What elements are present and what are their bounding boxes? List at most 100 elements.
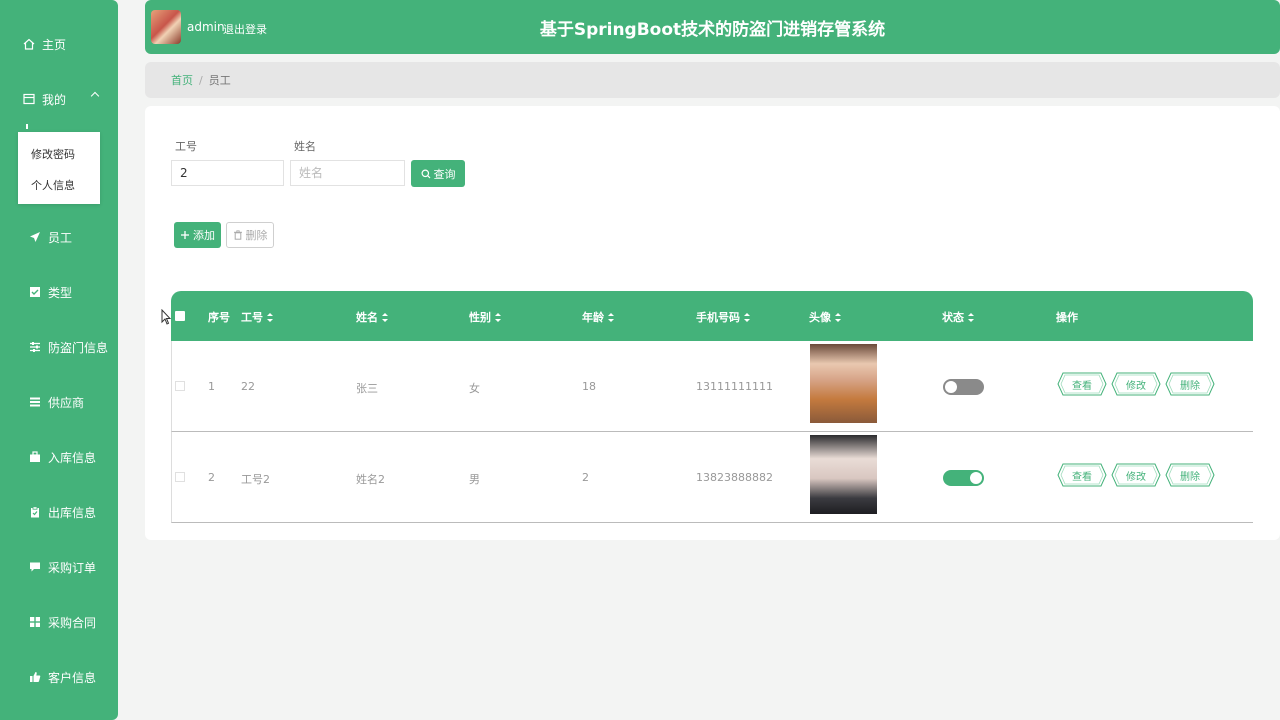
row-checkbox[interactable] (175, 381, 185, 391)
row-checkbox[interactable] (175, 472, 185, 482)
add-button[interactable]: 添加 (174, 222, 221, 248)
status-toggle[interactable] (943, 470, 984, 486)
sidebar-item-customers[interactable]: 客户信息 (0, 657, 118, 697)
breadcrumb-home-link[interactable]: 首页 (171, 72, 193, 88)
search-icon (421, 169, 431, 179)
status-toggle[interactable] (943, 379, 984, 395)
sidebar-item-label: 我的 (42, 92, 67, 107)
divider (26, 124, 28, 129)
sidebar-item-label: 防盗门信息 (48, 340, 109, 355)
breadcrumb: 首页 / 员工 (145, 62, 1280, 98)
column-header-status[interactable]: 状态 (942, 309, 974, 325)
column-header-employee-id[interactable]: 工号 (241, 309, 273, 325)
column-header-name[interactable]: 姓名 (356, 309, 388, 325)
clipboard-icon (28, 505, 42, 519)
column-header-phone[interactable]: 手机号码 (696, 309, 750, 325)
sidebar-item-suppliers[interactable]: 供应商 (0, 382, 118, 422)
plus-icon (180, 230, 190, 240)
home-icon (22, 37, 36, 51)
delete-button[interactable]: 删除 (226, 222, 274, 248)
column-header-age[interactable]: 年龄 (582, 309, 614, 325)
row-delete-button[interactable]: 删除 (1165, 463, 1215, 487)
cell-index: 2 (208, 471, 215, 484)
sidebar-item-label: 采购合同 (48, 615, 97, 630)
sort-icon (744, 312, 750, 322)
sidebar-item-label: 出库信息 (48, 505, 97, 520)
top-header: admin 退出登录 基于SpringBoot技术的防盗门进销存管系统 (145, 0, 1280, 54)
delete-button-label: 删除 (245, 229, 268, 242)
cell-gender: 女 (469, 382, 480, 395)
column-header-index: 序号 (208, 311, 230, 324)
sidebar-item-label: 主页 (42, 37, 67, 52)
view-button[interactable]: 查看 (1057, 463, 1107, 487)
employee-table: 序号 工号 姓名 性别 年龄 手机号码 头像 状态 操作 1 22 张三 女 1… (171, 291, 1253, 524)
employee-id-label: 工号 (175, 140, 197, 153)
briefcase-icon (28, 450, 42, 464)
cell-age: 2 (582, 471, 589, 484)
table-row: 2 工号2 姓名2 男 2 13823888882 查看 修改 删除 (171, 432, 1253, 523)
calendar-icon (22, 92, 36, 106)
sidebar-item-home[interactable]: 主页 (0, 24, 118, 64)
sidebar-item-employees[interactable]: 员工 (0, 217, 118, 257)
toggle-knob (945, 381, 957, 393)
cell-phone: 13111111111 (696, 380, 773, 393)
cell-index: 1 (208, 380, 215, 393)
sort-icon (267, 312, 273, 322)
sidebar-item-door-info[interactable]: 防盗门信息 (0, 327, 118, 367)
table-header: 序号 工号 姓名 性别 年龄 手机号码 头像 状态 操作 (171, 291, 1253, 341)
employee-photo[interactable] (810, 344, 877, 423)
row-delete-button[interactable]: 删除 (1165, 372, 1215, 396)
sidebar-item-types[interactable]: 类型 (0, 272, 118, 312)
cell-age: 18 (582, 380, 596, 393)
sidebar-item-stock-out[interactable]: 出库信息 (0, 492, 118, 532)
submenu-item-profile[interactable]: 个人信息 (31, 177, 75, 193)
add-button-label: 添加 (193, 229, 215, 242)
submenu-item-change-password[interactable]: 修改密码 (31, 146, 75, 162)
edit-button[interactable]: 修改 (1111, 463, 1161, 487)
sort-icon (835, 312, 841, 322)
sidebar-item-stock-in[interactable]: 入库信息 (0, 437, 118, 477)
sort-icon (608, 312, 614, 322)
column-header-actions: 操作 (1056, 311, 1078, 324)
name-label: 姓名 (294, 140, 316, 153)
table-row: 1 22 张三 女 18 13111111111 查看 修改 删除 (171, 341, 1253, 432)
select-all-checkbox[interactable] (175, 311, 185, 321)
toggle-knob (970, 472, 982, 484)
edit-button[interactable]: 修改 (1111, 372, 1161, 396)
sidebar-item-purchase-orders[interactable]: 采购订单 (0, 547, 118, 587)
column-header-gender[interactable]: 性别 (469, 309, 501, 325)
breadcrumb-current: 员工 (208, 74, 231, 87)
column-header-avatar[interactable]: 头像 (809, 309, 841, 325)
view-button[interactable]: 查看 (1057, 372, 1107, 396)
sidebar-item-label: 类型 (48, 285, 73, 300)
sort-icon (968, 312, 974, 322)
grid-icon (28, 615, 42, 629)
search-button-label: 查询 (433, 167, 456, 181)
cell-name: 姓名2 (356, 473, 385, 486)
submenu-mine: 修改密码 个人信息 (18, 132, 100, 204)
page-title: 基于SpringBoot技术的防盗门进销存管系统 (539, 20, 886, 40)
chevron-up-icon (90, 91, 100, 101)
employee-photo[interactable] (810, 435, 877, 514)
breadcrumb-separator: / (199, 73, 203, 87)
cell-employee-id: 22 (241, 380, 255, 393)
sidebar-item-mine[interactable]: 我的 (0, 79, 118, 119)
thumbs-up-icon (28, 670, 42, 684)
sidebar-item-label: 入库信息 (48, 450, 97, 465)
list-icon (28, 395, 42, 409)
sidebar-item-label: 员工 (48, 230, 73, 245)
sidebar-item-label: 采购订单 (48, 560, 97, 575)
paper-plane-icon (28, 230, 42, 244)
sidebar-item-purchase-contracts[interactable]: 采购合同 (0, 602, 118, 642)
trash-icon (233, 230, 243, 240)
sort-icon (382, 312, 388, 322)
sort-icon (495, 312, 501, 322)
name-input[interactable] (290, 160, 405, 186)
main-panel: 工号 姓名 查询 添加 删除 序号 工号 姓名 性别 年龄 手机号码 头像 状态 (145, 106, 1280, 540)
cell-phone: 13823888882 (696, 471, 773, 484)
employee-id-input[interactable] (171, 160, 284, 186)
mouse-cursor-icon (161, 308, 172, 328)
cell-name: 张三 (356, 382, 378, 395)
search-button[interactable]: 查询 (411, 160, 465, 187)
comment-icon (28, 560, 42, 574)
